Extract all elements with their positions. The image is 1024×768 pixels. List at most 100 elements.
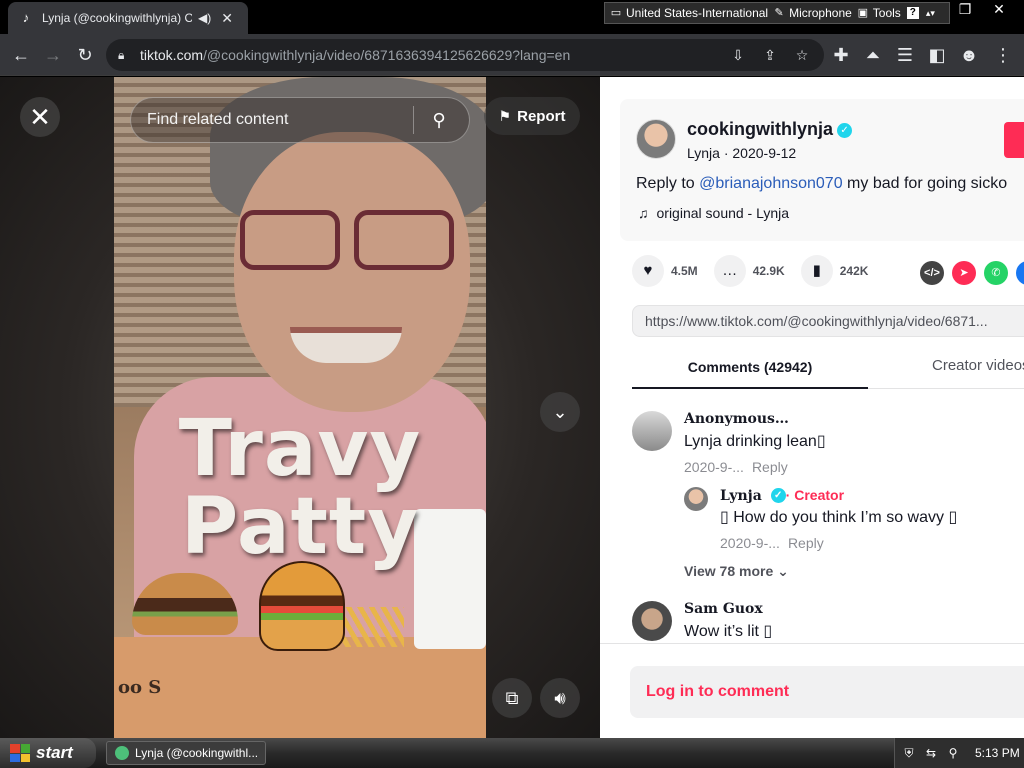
video-watermark: oo S (118, 677, 162, 698)
commenter-name[interactable]: Anonymous… (684, 411, 789, 427)
author-handle-row[interactable]: cookingwithlynja ✓ (687, 119, 853, 140)
volume-icon[interactable]: 🔊︎ (540, 678, 580, 718)
reply-author[interactable]: Lynja ✓ · Creator (720, 487, 844, 504)
reply-meta: 2020-9-... Reply (720, 535, 824, 551)
url-host: tiktok.com (140, 47, 204, 63)
keyboard-language[interactable]: ▭ United States-International (609, 6, 768, 20)
commenter-name[interactable]: Sam Guox (684, 601, 763, 617)
share-icon[interactable]: ⇪ (758, 43, 782, 67)
side-panel-icon[interactable]: ◧ (924, 42, 950, 68)
chrome-icon (115, 746, 129, 760)
video-overlay-line1: Travy (178, 404, 422, 494)
comment-button[interactable]: … 42.9K (713, 255, 785, 287)
profile-icon[interactable]: ☻ (956, 42, 982, 68)
embed-code-icon[interactable]: </> (920, 261, 944, 285)
search-icon[interactable]: ⚲ (414, 110, 464, 131)
reply-text: ▯ How do you think I’m so wavy ▯ (720, 509, 958, 526)
glasses-left-lens (240, 210, 340, 270)
help-button[interactable]: ? (906, 7, 919, 19)
close-window-icon[interactable]: ✕ (984, 0, 1014, 18)
system-tray: ⛨ ⇆ ⚲ 5:13 PM (894, 738, 1024, 768)
report-button[interactable]: ⚑ Report (484, 97, 580, 135)
security-shield-icon[interactable]: ⛨ (901, 746, 917, 761)
labs-flask-icon[interactable]: ⏶ (860, 42, 886, 68)
browser-toolbar: ← → ↻ 🔒︎ tiktok.com/@cookingwithlynja/vi… (0, 34, 1024, 76)
media-control-icon[interactable]: ☰ (892, 42, 918, 68)
send-to-friends-icon[interactable]: ➤ (952, 261, 976, 285)
video-caption: Reply to @brianajohnson070 my bad for go… (636, 175, 1008, 192)
comment-bubble-icon: … (713, 255, 746, 287)
person-face (234, 132, 470, 412)
description-card: cookingwithlynja ✓ Lynja · 2020-9-12 Repl… (620, 99, 1024, 241)
windows-flag-icon (10, 744, 30, 762)
copy-link-box[interactable]: https://www.tiktok.com/@cookingwithlynja… (632, 305, 1024, 337)
creator-avatar[interactable] (684, 487, 708, 511)
caption-mention-link[interactable]: @brianajohnson070 (699, 175, 842, 192)
comment-text: Wow it’s lit ▯ (684, 623, 773, 640)
like-button[interactable]: ♥ 4.5M (632, 255, 698, 287)
clock: 5:13 PM (975, 746, 1020, 760)
comment-meta: 2020-9-... Reply (684, 459, 788, 475)
tools-button[interactable]: ▣ Tools (856, 6, 901, 20)
network-icon[interactable]: ⇆ (923, 746, 939, 760)
tab-comments[interactable]: Comments (42942) (632, 347, 868, 389)
save-button[interactable]: ▮ 242K (800, 255, 868, 287)
whatsapp-icon[interactable]: ✆ (984, 261, 1008, 285)
engagement-stats: ♥ 4.5M … 42.9K ▮ 242K (632, 253, 884, 289)
login-bar: Log in to comment (600, 643, 1024, 738)
bookmark-star-icon[interactable]: ☆ (790, 43, 814, 67)
details-pane: cookingwithlynja ✓ Lynja · 2020-9-12 Repl… (600, 77, 1024, 738)
reply-link[interactable]: Reply (752, 459, 788, 475)
reply-link[interactable]: Reply (788, 535, 824, 551)
video-overlay-line2: Patty (180, 482, 420, 572)
browser-tab[interactable]: ♪ Lynja (@cookingwithlynja) Offi ◀) ✕ (8, 2, 248, 34)
address-bar[interactable]: 🔒︎ tiktok.com/@cookingwithlynja/video/68… (106, 39, 824, 71)
tab-title: Lynja (@cookingwithlynja) Offi (42, 11, 192, 25)
extensions-icon[interactable]: ✚ (828, 42, 854, 68)
restore-icon[interactable]: ❐ (950, 0, 980, 18)
microphone-button[interactable]: ✎ Microphone (772, 6, 851, 20)
back-arrow-icon[interactable]: ← (8, 42, 34, 68)
table (114, 637, 486, 738)
commenter-avatar[interactable] (632, 411, 672, 451)
comment-tabs: Comments (42942) Creator videos (632, 347, 1024, 389)
commenter-avatar[interactable] (632, 601, 672, 641)
author-avatar[interactable] (636, 119, 676, 159)
start-button[interactable]: start (0, 738, 96, 768)
author-subline: Lynja · 2020-9-12 (687, 145, 797, 161)
url-path: /@cookingwithlynja/video/687163639412562… (203, 47, 571, 63)
creator-tag: · Creator (785, 487, 845, 503)
reload-icon[interactable]: ↻ (72, 42, 98, 68)
music-note-icon: ♫ (638, 205, 649, 221)
facebook-icon[interactable]: f (1016, 261, 1024, 285)
search-tray-icon[interactable]: ⚲ (945, 746, 961, 760)
video-player[interactable]: Travy Patty oo S ✕ ⚲ ⚑ Report ⌄ ⧉ 🔊︎ (0, 77, 600, 738)
taskbar-chrome-window[interactable]: Lynja (@cookingwithl... (106, 741, 266, 765)
sound-link[interactable]: ♫ original sound - Lynja (638, 205, 789, 221)
related-search-input[interactable] (147, 111, 413, 129)
tab-close-icon[interactable]: ✕ (221, 10, 233, 27)
menu-kebab-icon[interactable]: ⋮ (990, 42, 1016, 68)
install-icon[interactable]: ⇩ (726, 43, 750, 67)
microphone-icon: ✎ (774, 7, 784, 19)
related-search-box[interactable]: ⚲ (130, 97, 470, 143)
heart-icon: ♥ (632, 255, 664, 287)
login-to-comment-button[interactable]: Log in to comment (630, 666, 1024, 718)
forward-arrow-icon[interactable]: → (40, 42, 66, 68)
speaker-icon[interactable]: ◀) (198, 11, 211, 25)
view-more-replies[interactable]: View 78 more ⌄ (684, 563, 789, 580)
follow-button[interactable] (1004, 122, 1024, 158)
floating-player-icon[interactable]: ⧉ (492, 678, 532, 718)
close-video-button[interactable]: ✕ (20, 97, 60, 137)
tiktok-favicon-icon: ♪ (22, 10, 30, 25)
next-video-chevron-icon[interactable]: ⌄ (540, 392, 580, 432)
browser-titlebar: ♪ Lynja (@cookingwithlynja) Offi ◀) ✕ ▭ … (0, 0, 1024, 34)
langbar-options-icon[interactable]: ▴▾ (926, 8, 935, 19)
language-bar: ▭ United States-International ✎ Micropho… (604, 2, 950, 24)
tab-creator-videos[interactable]: Creator videos (932, 347, 1024, 389)
glasses-right-lens (354, 210, 454, 270)
keyboard-icon: ▭ (610, 7, 622, 19)
windows-taskbar: start Lynja (@cookingwithl... ⛨ ⇆ ⚲ 5:13… (0, 738, 1024, 768)
video-frame[interactable]: Travy Patty oo S (114, 77, 486, 738)
verified-badge-icon: ✓ (837, 123, 853, 138)
